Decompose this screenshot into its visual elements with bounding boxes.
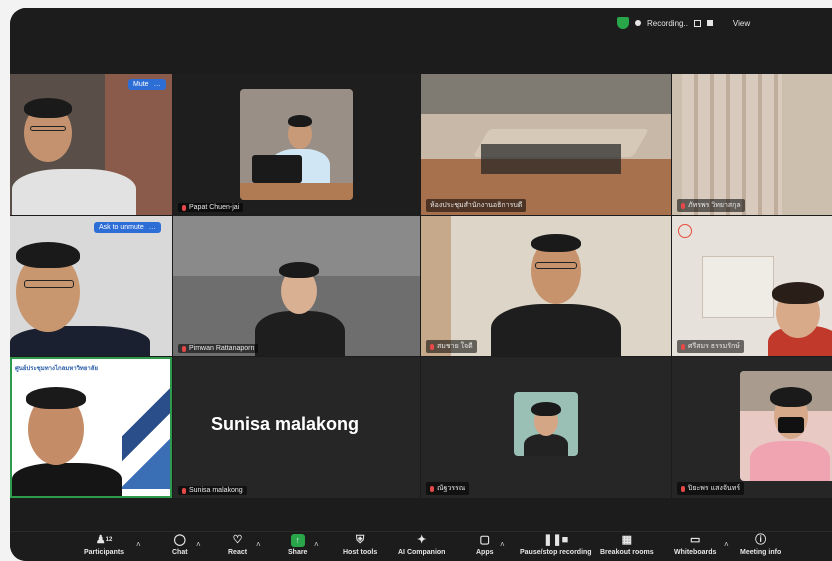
apps-chevron-icon[interactable]: ˄ [500, 540, 505, 549]
muted-mic-icon [430, 343, 434, 350]
whiteboard-icon: ▭ [689, 534, 701, 546]
face-mask [778, 417, 804, 433]
whiteboards-label: Whiteboards [674, 549, 717, 556]
react-chevron-icon[interactable]: ˄ [256, 540, 261, 549]
chat-button[interactable]: ◯ Chat [172, 534, 188, 556]
stop-recording-icon[interactable] [706, 20, 713, 26]
video-tile-5[interactable]: Ask to unmute … [10, 216, 172, 356]
participant-name: ณัฐวรรณ [426, 482, 470, 495]
pause-stop-recording-button[interactable]: ❚❚■ Pause/stop recording [520, 534, 592, 556]
chat-chevron-icon[interactable]: ˄ [196, 540, 201, 549]
meeting-info-button[interactable]: ⓘ Meeting info [740, 534, 781, 556]
grid-icon: ▦ [621, 534, 633, 546]
whiteboards-button[interactable]: ▭ Whiteboards [674, 534, 716, 556]
video-tile-9[interactable]: ศูนย์ประชุมทางไกลมหาวิทยาลัย [10, 357, 172, 498]
muted-mic-icon [681, 485, 685, 492]
participant-name: ปิยะพร แสงจันทร์ [677, 482, 745, 495]
share-button[interactable]: ↑ Share [288, 534, 307, 556]
participants-button[interactable]: ♟ 12 Participants [84, 534, 124, 556]
info-icon: ⓘ [755, 534, 767, 546]
participants-chevron-icon[interactable]: ˄ [136, 540, 141, 549]
heart-icon: ♡ [232, 534, 243, 546]
ask-to-unmute-label: Ask to unmute [99, 224, 144, 231]
mute-button[interactable]: Mute … [128, 79, 166, 90]
recording-dot-icon [635, 20, 641, 26]
chat-label: Chat [172, 549, 188, 556]
badge-icon [678, 224, 692, 238]
share-chevron-icon[interactable]: ˄ [314, 540, 319, 549]
host-tools-label: Host tools [343, 549, 378, 556]
sparkle-icon: ✦ [417, 534, 427, 546]
participant-display-name: Sunisa malakong [211, 414, 360, 434]
muted-mic-icon [681, 202, 685, 209]
video-tile-11[interactable]: ณัฐวรรณ [421, 357, 671, 498]
chat-icon: ◯ [173, 534, 186, 546]
whiteboards-chevron-icon[interactable]: ˄ [724, 540, 729, 549]
participant-name: สมชาย ใจดี [426, 340, 477, 353]
participant-name: Sunisa malakong [178, 486, 247, 495]
meeting-window: Recording.. View Mute … Papat Chuen-jai ห… [10, 8, 832, 561]
more-options-icon: … [153, 81, 161, 88]
participant-name: ศรีสมร ธรรมรักษ์ [677, 340, 744, 353]
share-label: Share [288, 549, 308, 556]
pause-recording-icon[interactable] [693, 19, 701, 27]
video-tile-2[interactable]: Papat Chuen-jai [173, 74, 420, 215]
banner-text: ศูนย์ประชุมทางไกลมหาวิทยาลัย [15, 366, 98, 372]
share-icon: ↑ [290, 534, 305, 547]
meeting-info-label: Meeting info [740, 549, 782, 556]
pause-icon: ❚❚■ [543, 534, 569, 546]
participant-name: Papat Chuen-jai [178, 203, 244, 212]
recording-status[interactable]: Recording.. View [617, 17, 750, 29]
breakout-rooms-button[interactable]: ▦ Breakout rooms [600, 534, 654, 556]
recording-label: Recording.. [647, 18, 688, 28]
participants-icon: ♟ 12 [95, 534, 113, 546]
breakout-rooms-label: Breakout rooms [600, 549, 654, 556]
shield-icon: ⛨ [355, 534, 365, 546]
mute-label: Mute [133, 81, 149, 88]
muted-mic-icon [182, 345, 186, 352]
video-tile-1[interactable]: Mute … [10, 74, 172, 215]
video-tile-3[interactable]: ห้องประชุมสำนักงานอธิการบดี [421, 74, 671, 215]
muted-mic-icon [182, 204, 186, 211]
video-tile-7[interactable]: สมชาย ใจดี [421, 216, 671, 356]
top-bar: Recording.. View [10, 8, 832, 40]
participant-name: ห้องประชุมสำนักงานอธิการบดี [426, 199, 527, 212]
video-tile-8[interactable]: ศรีสมร ธรรมรักษ์ [672, 216, 832, 356]
participants-label: Participants [84, 549, 125, 556]
muted-mic-icon [681, 343, 685, 350]
apps-button[interactable]: ▢ Apps [476, 534, 494, 556]
participant-name: Pimwan Rattanaporn [178, 344, 259, 353]
avatar [514, 392, 578, 456]
muted-mic-icon [182, 487, 186, 494]
view-button[interactable]: View [733, 19, 750, 28]
video-tile-12[interactable]: ปิยะพร แสงจันทร์ [672, 357, 832, 498]
muted-mic-icon [430, 485, 434, 492]
host-tools-button[interactable]: ⛨ Host tools [343, 534, 377, 556]
encryption-shield-icon [617, 17, 629, 29]
react-button[interactable]: ♡ React [228, 534, 247, 556]
more-options-icon: … [148, 224, 156, 231]
video-tile-6[interactable]: Pimwan Rattanaporn [173, 216, 420, 356]
meeting-toolbar: ♟ 12 Participants ˄ ◯ Chat ˄ ♡ React ˄ ↑ … [10, 531, 832, 561]
apps-icon: ▢ [479, 534, 490, 546]
video-tile-4[interactable]: ภัทรพร วิทยาสกุล [672, 74, 832, 215]
ask-to-unmute-button[interactable]: Ask to unmute … [94, 222, 161, 233]
apps-label: Apps [476, 549, 494, 556]
ai-companion-button[interactable]: ✦ AI Companion [398, 534, 445, 556]
ai-companion-label: AI Companion [398, 549, 446, 556]
react-label: React [228, 549, 248, 556]
recording-control-label: Pause/stop recording [520, 549, 592, 556]
participant-name: ภัทรพร วิทยาสกุล [677, 199, 745, 212]
